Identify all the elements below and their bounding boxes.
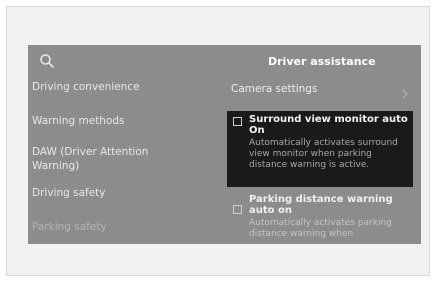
camera-settings-label: Camera settings — [231, 83, 318, 95]
option-title: Parking distance warning auto on — [249, 194, 393, 216]
option-description: Automatically activates parking distance… — [249, 218, 392, 239]
option-surround-view-auto-on[interactable]: Surround view monitor auto On Automatica… — [227, 111, 413, 187]
search-icon[interactable] — [39, 53, 55, 69]
camera-settings-row[interactable]: Camera settings — [225, 79, 411, 99]
menu-item-daw[interactable]: DAW (Driver Attention Warning) — [32, 145, 182, 173]
settings-pane: Camera settings Surround view monitor au… — [225, 79, 421, 244]
menu-item-driving-safety[interactable]: Driving safety — [32, 186, 217, 200]
chevron-right-icon — [401, 84, 409, 99]
option-description: Automatically activates surround view mo… — [249, 138, 398, 170]
menu-item-warning-methods[interactable]: Warning methods — [32, 114, 217, 128]
menu-item-driving-convenience[interactable]: Driving convenience — [32, 80, 217, 94]
option-title: Surround view monitor auto On — [249, 114, 408, 136]
parking-distance-checkbox[interactable] — [233, 205, 242, 214]
driver-assistance-screen: Driver assistance Driving convenience Wa… — [28, 45, 421, 244]
surround-view-checkbox[interactable] — [233, 117, 242, 126]
page-title: Driver assistance — [268, 55, 376, 68]
menu-item-parking-safety[interactable]: Parking safety — [32, 220, 217, 234]
